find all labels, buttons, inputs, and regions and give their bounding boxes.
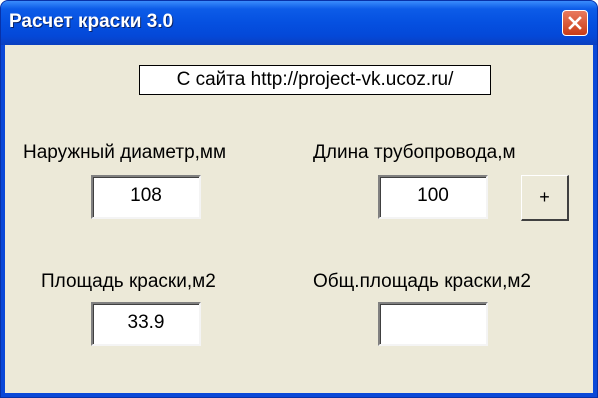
site-url-label: С сайта http://project-vk.ucoz.ru/ xyxy=(139,65,491,95)
outer-diameter-label: Наружный диаметр,мм xyxy=(23,142,227,163)
client-area: С сайта http://project-vk.ucoz.ru/ Наруж… xyxy=(5,45,593,393)
close-button[interactable] xyxy=(562,10,588,36)
app-window: Расчет краски 3.0 С сайта http://project… xyxy=(0,0,598,398)
pipeline-length-input[interactable]: 100 xyxy=(378,175,488,219)
add-button[interactable]: + xyxy=(521,175,569,221)
total-paint-area-input[interactable] xyxy=(378,302,488,346)
paint-area-label: Площадь краски,м2 xyxy=(41,271,216,292)
total-paint-area-label: Общ.площадь краски,м2 xyxy=(313,271,531,292)
outer-diameter-input[interactable]: 108 xyxy=(91,175,201,219)
paint-area-input[interactable]: 33.9 xyxy=(91,302,201,346)
window-title: Расчет краски 3.0 xyxy=(9,11,174,32)
close-icon xyxy=(568,16,582,30)
pipeline-length-label: Длина трубопровода,м xyxy=(313,142,516,163)
title-bar[interactable]: Расчет краски 3.0 xyxy=(1,1,597,45)
